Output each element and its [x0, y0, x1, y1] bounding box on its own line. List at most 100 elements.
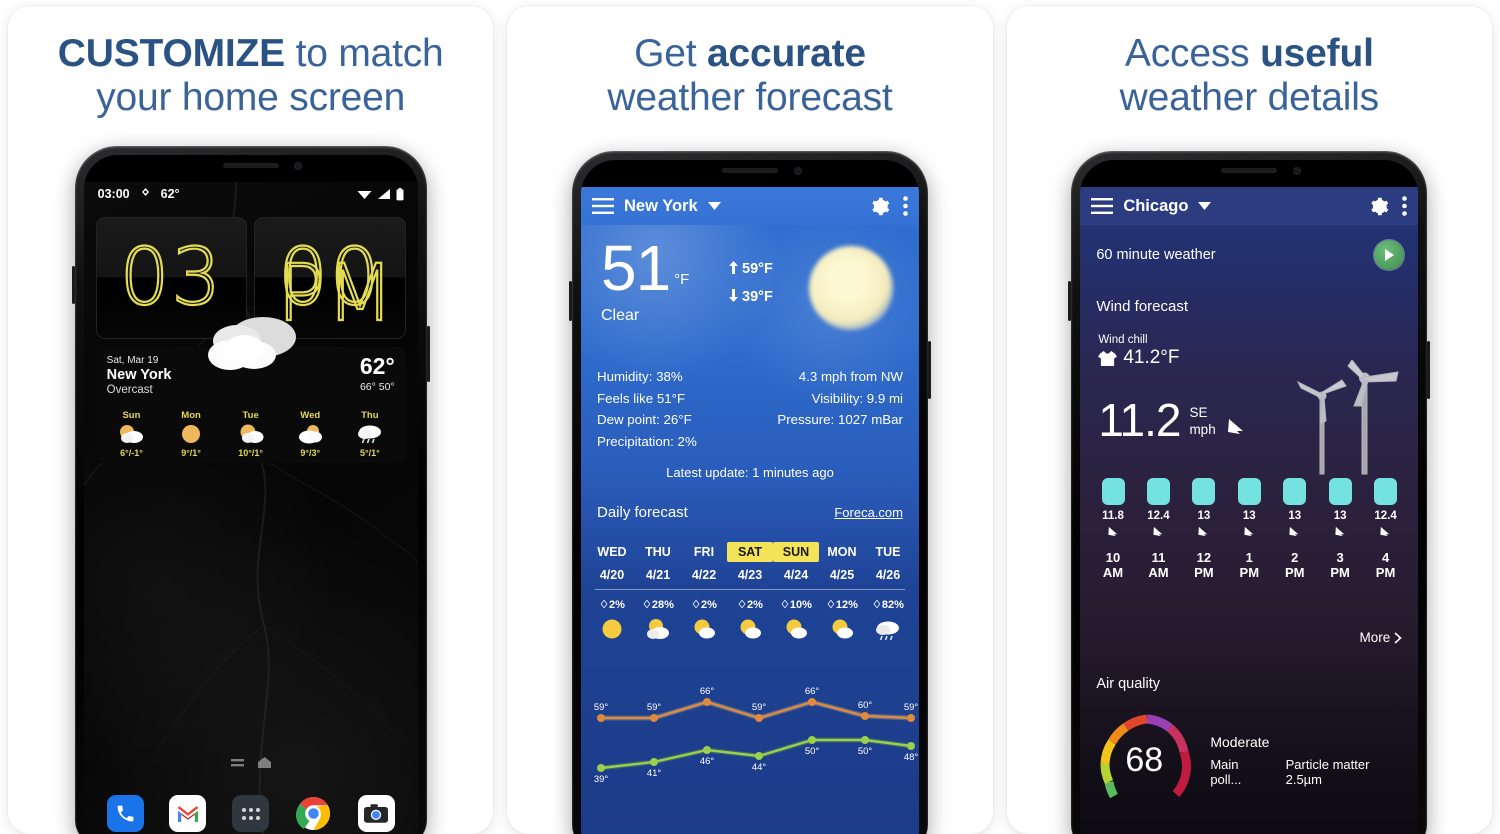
signal-icon: [377, 189, 390, 199]
forecast-day: Sun 6°/-1°: [102, 410, 162, 458]
gear-icon[interactable]: [869, 196, 890, 217]
forecast-column[interactable]: SAT: [726, 542, 773, 562]
wind-arrow-icon: [1090, 525, 1135, 543]
forecast-dow: THU: [645, 545, 671, 559]
wind-hour-cell[interactable]: 13 3 PM: [1317, 478, 1362, 581]
status-bar-right-icons: [357, 187, 404, 201]
wind-arrow-icon: [1136, 525, 1181, 543]
detail-precipitation: Precipitation: 2%: [596, 433, 697, 449]
wind-hour-label: 4 PM: [1375, 550, 1396, 580]
widget-high-low: 66° 50°: [359, 381, 395, 393]
sun-icon: [808, 246, 893, 330]
phone-app-icon[interactable]: [106, 795, 144, 832]
wind-arrow-icon: [1227, 525, 1272, 543]
forecast-date: 4/26: [875, 568, 901, 582]
sun-icon: [161, 421, 221, 447]
clock-hours: 03: [119, 233, 224, 323]
gmail-app-icon[interactable]: [169, 795, 207, 832]
wind-speed-value: 11.2: [1098, 394, 1181, 446]
phone-screen: 03:00 62° 03 00 PM Sat, Mar 19 New York …: [83, 155, 418, 834]
current-condition-text: Clear: [600, 306, 640, 324]
wind-hour-cell[interactable]: 13 1 PM: [1227, 478, 1272, 581]
wind-hour-value: 11.8: [1102, 510, 1124, 522]
high-temp: 59°F: [742, 261, 773, 277]
wind-hour-value: 13: [1333, 510, 1347, 522]
play-icon[interactable]: [1374, 240, 1405, 270]
foreca-source-link[interactable]: Foreca.com: [834, 505, 903, 520]
phone-notch-bar: [580, 160, 919, 187]
earpiece-speaker: [1221, 168, 1278, 173]
phone-notch-bar: [83, 155, 418, 182]
wind-chill-value: 41.2°F: [1123, 347, 1180, 368]
forecast-column[interactable]: FRI: [681, 542, 727, 562]
forecast-dow-weekend: SAT: [726, 542, 773, 562]
aqi-pollutant-row: Main poll... Particle matter 2.5µm: [1210, 757, 1406, 787]
wind-hour-cell[interactable]: 13 12 PM: [1181, 478, 1226, 581]
wind-hour-value: 12.4: [1147, 510, 1170, 522]
wind-bar: [1328, 478, 1352, 505]
wind-arrow-icon: [1272, 525, 1317, 543]
widget-current-temp: 62°: [359, 353, 395, 379]
forecast-day-name: Thu: [361, 410, 379, 421]
widget-temperature-block: 62° 66° 50°: [359, 353, 395, 394]
wind-hour-cell[interactable]: 12.4 4 PM: [1363, 478, 1408, 581]
more-link[interactable]: More: [1360, 630, 1403, 645]
wind-hour-cell[interactable]: 11.8 10 AM: [1090, 478, 1135, 581]
precip-value: ♢2%: [691, 599, 717, 611]
wind-speed-unit-block: SE mph: [1189, 405, 1215, 442]
more-vertical-icon[interactable]: [1402, 196, 1408, 216]
detail-feels-like: Feels like 51°F: [596, 390, 686, 406]
rain-cloud-icon: [865, 614, 911, 644]
forecast-column[interactable]: MON: [819, 542, 865, 562]
volume-button[interactable]: [568, 281, 572, 321]
overcast-cloud-icon: [207, 317, 296, 370]
aqi-gauge: 68: [1092, 708, 1196, 812]
forecast-column[interactable]: TUE: [865, 542, 911, 562]
headline-bold-text: accurate: [707, 32, 866, 75]
chevron-down-icon[interactable]: [1198, 202, 1212, 210]
sun-cloud-icon: [727, 614, 773, 644]
camera-app-icon[interactable]: [357, 795, 395, 832]
low-label: 50°: [805, 746, 820, 757]
front-camera: [294, 162, 303, 170]
arrow-up-icon: [728, 261, 738, 274]
wind-forecast-title: Wind forecast: [1096, 298, 1189, 315]
air-quality-row[interactable]: 68 Moderate Main poll... Particle matter…: [1092, 708, 1406, 812]
detail-dew-point: Dew point: 26°F: [596, 412, 692, 428]
forecast-day-name: Tue: [242, 410, 259, 421]
wind-hour-cell[interactable]: 13 2 PM: [1272, 478, 1317, 581]
minute-weather-label: 60 minute weather: [1096, 247, 1216, 263]
forecast-day-temps: 6°/-1°: [120, 448, 143, 458]
gear-icon[interactable]: [1368, 196, 1389, 217]
forecast-column[interactable]: SUN: [772, 542, 819, 562]
forecast-column[interactable]: WED: [589, 542, 635, 562]
hamburger-menu-icon[interactable]: [1091, 198, 1114, 214]
power-button[interactable]: [426, 326, 430, 382]
volume-button[interactable]: [1068, 281, 1072, 321]
power-button[interactable]: [1427, 341, 1431, 399]
app-bar-title[interactable]: New York: [624, 197, 698, 216]
wind-hour-cell[interactable]: 12.4 11 AM: [1136, 478, 1181, 581]
low-label: 46°: [700, 756, 715, 767]
forecast-dow: FRI: [693, 545, 715, 559]
app-bar-title[interactable]: Chicago: [1123, 197, 1188, 216]
power-button[interactable]: [927, 341, 931, 399]
promo-screenshot-stage: CUSTOMIZE to match your home screen 03:0…: [0, 0, 1500, 834]
forecast-day: Tue 10°/1°: [221, 410, 281, 458]
wind-arrow-icon: [1363, 525, 1408, 543]
low-label: 48°: [904, 752, 919, 763]
volume-button[interactable]: [71, 266, 75, 304]
minute-weather-row[interactable]: 60 minute weather: [1096, 240, 1405, 270]
app-drawer-icon[interactable]: [232, 795, 270, 832]
aqi-main-value: Particle matter 2.5µm: [1285, 756, 1370, 787]
home-indicator-icon[interactable]: [257, 757, 271, 768]
more-vertical-icon[interactable]: [903, 196, 908, 216]
temperature-unit: °F: [674, 270, 690, 288]
chrome-app-icon[interactable]: [295, 795, 332, 832]
high-temp-row: 59°F: [728, 256, 773, 284]
hamburger-menu-icon[interactable]: [591, 198, 614, 214]
earpiece-speaker: [721, 168, 778, 173]
headline-details: Access useful weather details: [1007, 6, 1492, 119]
chevron-down-icon[interactable]: [707, 202, 721, 210]
forecast-column[interactable]: THU: [635, 542, 681, 562]
